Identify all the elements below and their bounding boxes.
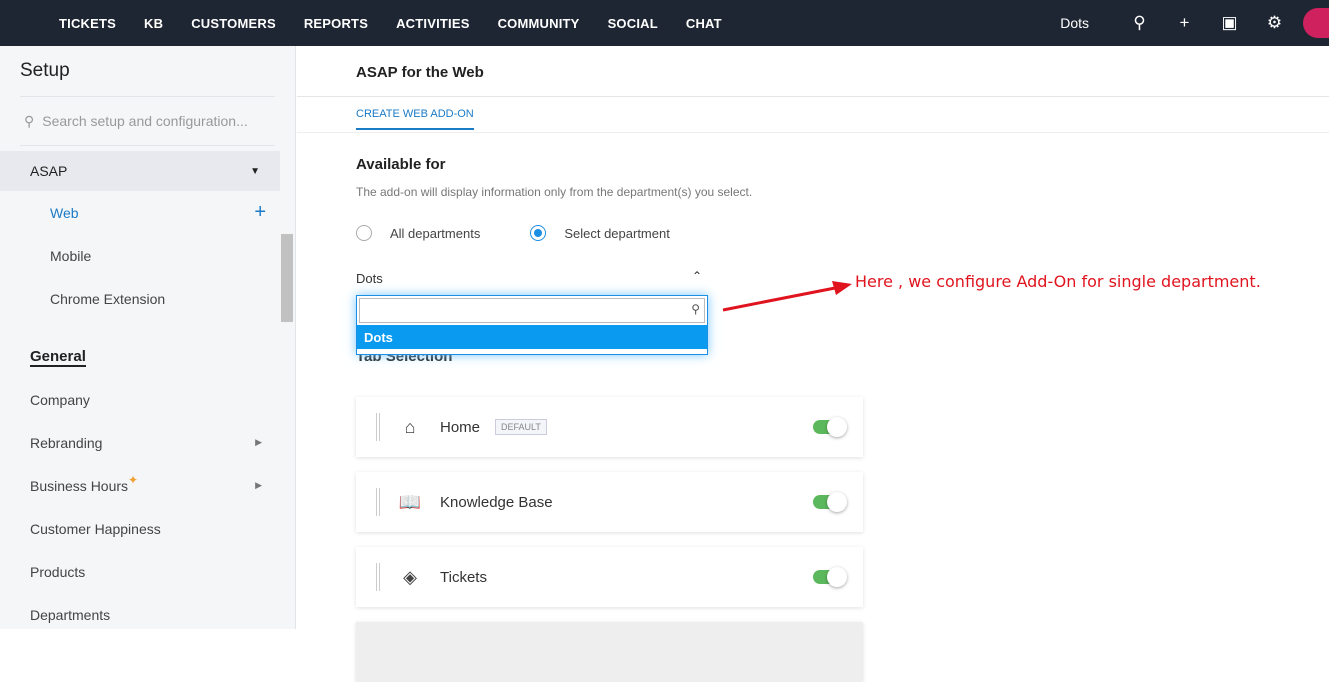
sidebar-item-mobile[interactable]: Mobile [0,234,280,277]
chevron-right-icon: ▶ [255,437,262,447]
item-label: Mobile [50,247,92,264]
sparkle-icon: ✦ [128,472,139,487]
search-placeholder: Search setup and configuration... [42,113,248,129]
setup-search[interactable]: ⚲ Search setup and configuration... [20,96,275,146]
book-icon: 📖 [398,491,422,512]
scrollbar-thumb[interactable] [281,234,293,322]
annotation-text: Here , we configure Add-On for single de… [855,272,1261,291]
sidebar-title: Setup [20,60,70,81]
sidebar: Setup ⚲ Search setup and configuration...… [0,46,296,629]
avatar[interactable] [1303,8,1329,38]
toggle-tickets[interactable] [813,567,847,587]
available-for-description: The add-on will display information only… [356,185,753,199]
sidebar-item-products[interactable]: Products [0,550,280,593]
top-bar: TICKETS KB CUSTOMERS REPORTS ACTIVITIES … [0,0,1329,46]
tab-card-knowledge-base[interactable]: 📖 Knowledge Base [356,472,863,532]
tab-create-web-add-on[interactable]: CREATE WEB ADD-ON [356,97,474,130]
org-switcher[interactable]: Dots [1060,15,1089,31]
department-dropdown: ⚲ Dots [356,295,708,355]
tab-card-partial [356,622,863,682]
group-label: ASAP [30,163,68,179]
tab-card-tickets[interactable]: ◈ Tickets [356,547,863,607]
available-for-heading: Available for [356,156,446,173]
chevron-up-icon: ⌃ [691,269,702,283]
dropdown-option[interactable]: Dots [357,325,707,349]
search-icon: ⚲ [691,302,700,316]
section-general: General [30,348,86,367]
toggle-knowledge-base[interactable] [813,492,847,512]
home-icon: ⌂ [404,416,416,437]
nav-tickets[interactable]: TICKETS [45,16,130,31]
card-label: Tickets [440,568,487,586]
page-title: ASAP for the Web [297,46,1329,97]
tab-card-home[interactable]: ⌂ Home DEFAULT [356,397,863,457]
sidebar-scrollbar[interactable] [280,151,294,629]
nav-chat[interactable]: CHAT [672,16,736,31]
sidebar-item-departments[interactable]: Departments [0,593,280,629]
nav-community[interactable]: COMMUNITY [484,16,594,31]
nav-reports[interactable]: REPORTS [290,16,382,31]
radio-label: Select department [564,225,670,241]
chevron-right-icon: ▶ [255,480,262,490]
sidebar-item-company[interactable]: Company [0,378,280,421]
annotation-arrow [722,281,852,312]
sidebar-item-web[interactable]: Web + [0,191,280,234]
sidebar-group-asap[interactable]: ASAP ▼ [0,151,280,191]
sidebar-item-customer-happiness[interactable]: Customer Happiness [0,507,280,550]
nav-social[interactable]: SOCIAL [594,16,672,31]
sidebar-item-rebranding[interactable]: Rebranding ▶ [0,421,280,464]
sidebar-item-chrome-extension[interactable]: Chrome Extension [0,277,280,320]
search-icon: ⚲ [24,112,35,129]
card-label: Knowledge Base [440,493,553,511]
nav-customers[interactable]: CUSTOMERS [177,16,290,31]
main-panel: ASAP for the Web CREATE WEB ADD-ON Avail… [297,46,1329,682]
radio-all-departments[interactable] [356,225,372,241]
radio-select-department[interactable] [530,225,547,241]
plus-icon[interactable]: + [1162,13,1207,33]
notes-icon[interactable]: ▣ [1207,13,1252,33]
gear-icon[interactable]: ⚙ [1252,13,1297,33]
item-label: Web [50,204,79,221]
sidebar-item-business-hours[interactable]: Business Hours ✦ ▶ [0,464,280,507]
caret-down-icon: ▼ [250,165,260,177]
ticket-icon: ◈ [403,566,417,587]
nav-activities[interactable]: ACTIVITIES [382,16,484,31]
default-badge: DEFAULT [495,419,547,435]
toggle-home[interactable] [813,417,847,437]
plus-icon[interactable]: + [254,201,266,224]
dropdown-search-input[interactable]: ⚲ [359,298,705,323]
radio-label: All departments [390,225,481,241]
item-label: Chrome Extension [50,290,166,307]
nav-kb[interactable]: KB [130,16,177,31]
card-label: Home [440,418,481,436]
search-icon[interactable]: ⚲ [1117,13,1162,33]
department-select[interactable]: Dots ⌃ [356,269,708,286]
